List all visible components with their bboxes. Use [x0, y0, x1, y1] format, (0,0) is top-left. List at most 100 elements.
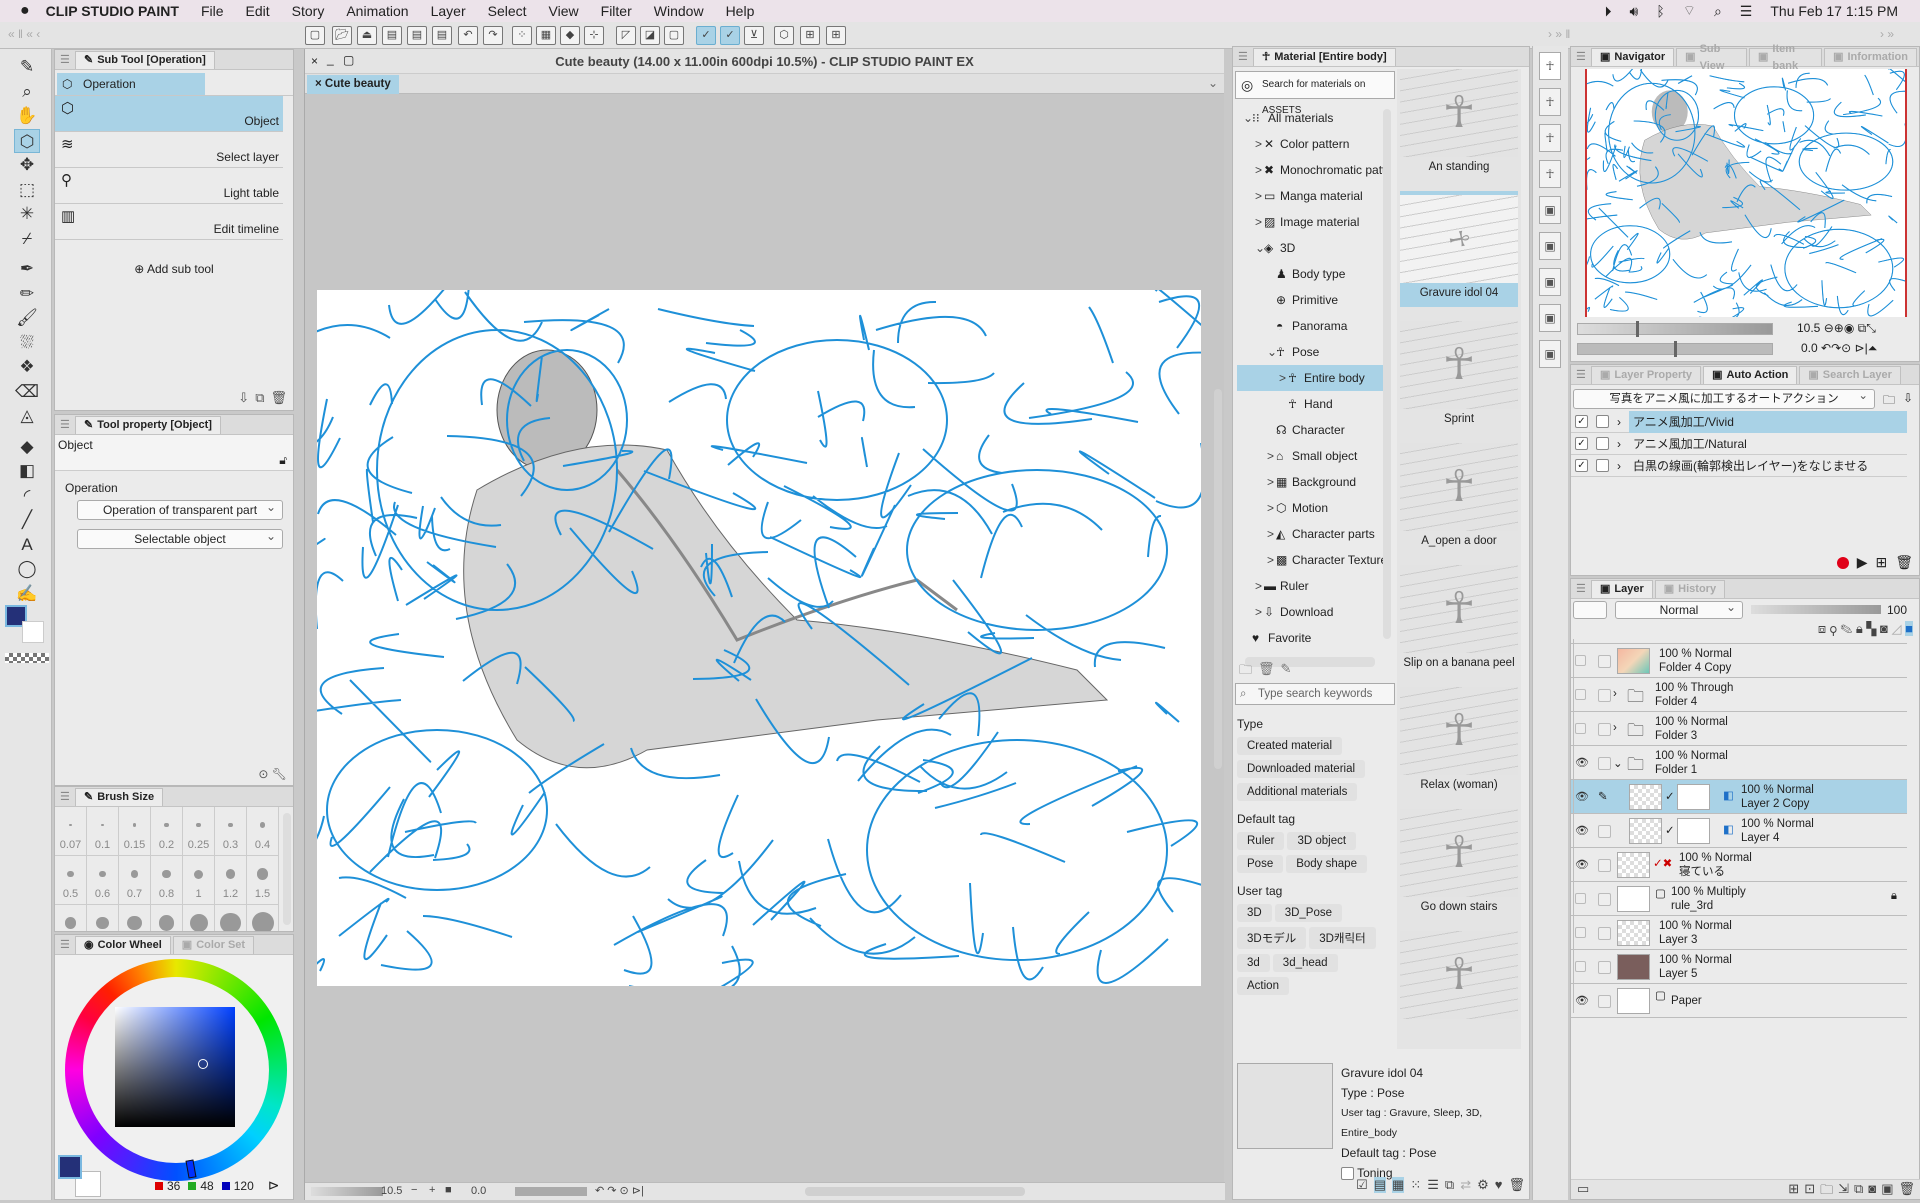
layer-color-select[interactable] [1573, 601, 1607, 619]
large-grid-icon[interactable]: ▦ [1392, 1177, 1405, 1193]
save-icon[interactable]: ⏏ [357, 26, 377, 45]
chevron-right-icon[interactable]: › [1617, 437, 1621, 451]
material-tree-item[interactable]: ⌄◈ 3D [1237, 235, 1383, 261]
duplicate-icon[interactable]: ⧉ [255, 390, 264, 406]
brush-size-option[interactable]: 1.7 [55, 905, 87, 931]
brush-size-option[interactable]: 0.5 [55, 856, 87, 905]
tag-chip[interactable]: Created material [1237, 737, 1343, 755]
navigator-zoom-value[interactable]: 10.5 [1797, 321, 1820, 335]
snap-grid-on-icon[interactable]: ⊻ [744, 26, 764, 45]
menu-animation[interactable]: Animation [346, 3, 408, 19]
brush-size-scrollbar[interactable] [283, 813, 291, 925]
material-thumbnail[interactable]: ☥ Sprint [1400, 321, 1518, 429]
apple-icon[interactable]: ● [20, 2, 30, 20]
chevron-down-icon[interactable]: ⌄ [1243, 105, 1253, 131]
tab-navigator[interactable]: ▣ Navigator [1591, 48, 1675, 66]
clip-icon[interactable]: ⧈ [1818, 621, 1826, 636]
eye-icon[interactable]: 👁︎ [1575, 994, 1589, 1007]
brush-size-option[interactable]: 0.4 [247, 807, 279, 856]
tab-search-layer[interactable]: ▣ Search Layer [1799, 366, 1901, 384]
eye-icon[interactable]: 👁︎ [1575, 824, 1589, 837]
tab-item-bank[interactable]: ▣ Item bank [1749, 43, 1823, 72]
tag-chip[interactable]: 3d_head [1272, 954, 1338, 972]
move-tool-icon[interactable]: ✥ [14, 153, 40, 177]
tab-information[interactable]: ▣ Information [1824, 48, 1917, 66]
transform-icon[interactable]: ⊹ [584, 26, 604, 45]
correct-line-tool-icon[interactable]: ✍ [14, 582, 40, 606]
play-button[interactable]: ▶ [1857, 554, 1868, 571]
snap-special-icon[interactable]: ◪ [640, 26, 660, 45]
material-shortcut-button[interactable]: ☥ [1539, 52, 1561, 80]
layer-row[interactable]: 100 % Normal Folder 4 Copy [1571, 644, 1907, 678]
trash-icon[interactable]: 🗑︎ [1508, 1177, 1525, 1193]
selection-tool-icon[interactable]: ⬚ [14, 178, 40, 202]
import-icon[interactable]: ⇩ [238, 390, 249, 406]
panel-menu-icon[interactable]: ☰ [1238, 50, 1248, 63]
material-tree-item[interactable]: > ☥ Entire body [1237, 365, 1383, 391]
airbrush-tool-icon[interactable]: ⛆ [14, 331, 40, 355]
record-button[interactable] [1836, 556, 1849, 569]
bluetooth-icon[interactable]: ᛒ [1656, 3, 1664, 19]
tab-color-wheel[interactable]: ◉ Color Wheel [75, 936, 171, 954]
zoom-in-icon[interactable]: + [429, 1184, 435, 1196]
brush-size-option[interactable]: 0.15 [119, 807, 151, 856]
eye-icon[interactable]: 👁︎ [1575, 858, 1589, 871]
new-file-icon[interactable]: ▢ [305, 26, 325, 45]
enable-checkbox[interactable]: ✓ [1575, 415, 1588, 428]
layer-row[interactable]: 100 % Normal Layer 3 [1571, 916, 1907, 950]
material-shortcut-button[interactable]: ☥ [1539, 160, 1561, 188]
material-thumbnail[interactable]: ☥ Slip on a banana peel [1400, 565, 1518, 673]
deselect-icon[interactable]: ⁘ [512, 26, 532, 45]
export-psd-icon[interactable]: ▤ [432, 26, 452, 45]
new-layer-icon[interactable]: ⊞ [800, 26, 820, 45]
color-picker-cursor[interactable] [198, 1059, 208, 1069]
layer-row[interactable]: ▢ 100 % Multiply rule_3rd 🔒︎ [1571, 882, 1907, 916]
tab-layer[interactable]: ▣ Layer [1591, 580, 1653, 598]
clock[interactable]: Thu Feb 17 1:15 PM [1770, 3, 1898, 19]
panel-menu-icon[interactable]: ☰ [1576, 582, 1586, 595]
brush-size-option[interactable]: 1 [183, 856, 215, 905]
material-thumbnail[interactable]: ☥ Gravure idol 04 [1400, 191, 1518, 307]
opacity-slider[interactable] [1751, 605, 1881, 614]
chevron-down-icon[interactable]: ⌄ [1613, 756, 1623, 770]
visibility-toggle[interactable] [1575, 722, 1589, 734]
green-value[interactable]: 48 [200, 1179, 213, 1193]
wrench-icon[interactable]: 🔧︎ [272, 767, 287, 781]
layer-row[interactable]: 👁︎ ✎ ✓ ◧ 100 % Normal Layer 2 Copy [1571, 780, 1907, 814]
export-png-icon[interactable]: ▤ [407, 26, 427, 45]
material-tree-item[interactable]: > ◭ Character parts [1237, 521, 1383, 547]
material-tree-item[interactable]: ⌄☥ Pose [1237, 339, 1383, 365]
flip-vertical-icon[interactable]: ⏶ [1868, 341, 1878, 355]
zoom-out-icon[interactable]: − [411, 1184, 417, 1196]
brush-size-option[interactable]: 2 [87, 905, 119, 931]
brush-tool-icon[interactable]: 🖌︎ [14, 306, 40, 330]
clear-icon[interactable]: ▦ [536, 26, 556, 45]
chevron-down-icon[interactable]: ⌄ [1267, 339, 1277, 365]
tag-chip[interactable]: Body shape [1286, 855, 1367, 873]
tab-history[interactable]: ▣ History [1654, 580, 1726, 598]
heart-icon[interactable]: ♥ [1495, 1177, 1503, 1193]
horizontal-scrollbar[interactable] [805, 1187, 1025, 1196]
enable-checkbox[interactable]: ✓ [1575, 437, 1588, 450]
brush-size-option[interactable]: 0.2 [151, 807, 183, 856]
lock-icon[interactable]: 🔒︎ [1891, 890, 1897, 903]
main-color-swatch[interactable] [58, 1155, 82, 1179]
chevron-right-icon[interactable]: > [1267, 547, 1276, 573]
material-shortcut-button[interactable]: ▣ [1539, 304, 1561, 332]
tab-brush-size[interactable]: ✎ Brush Size [75, 788, 164, 806]
panel-menu-icon[interactable]: ☰ [1576, 50, 1586, 63]
menu-help[interactable]: Help [726, 3, 755, 19]
pen-tool-icon[interactable]: ✎ [14, 55, 40, 79]
search-icon[interactable]: ⌕ [1714, 3, 1722, 20]
chevron-right-icon[interactable]: › [1613, 688, 1617, 700]
transparent-color-swatch[interactable] [5, 653, 49, 663]
layer-row[interactable]: › 🗀 100 % Through Folder 4 [1571, 678, 1907, 712]
navigator-preview[interactable] [1585, 69, 1907, 317]
tab-list-chevron-icon[interactable]: ⌄ [1208, 76, 1218, 90]
auto-action-item[interactable]: ✓ › 白黒の線画(輪郭検出レイヤー)をなじませる [1571, 455, 1907, 477]
brush-size-option[interactable]: 0.6 [87, 856, 119, 905]
replace-icon[interactable]: ⇄ [1460, 1177, 1471, 1193]
auto-action-set-dropdown[interactable]: 写真をアニメ風に加工するオートアクション [1573, 387, 1875, 409]
chevron-right-icon[interactable]: › [1617, 415, 1621, 429]
tag-chip[interactable]: 3D캐릭터 [1309, 927, 1376, 949]
